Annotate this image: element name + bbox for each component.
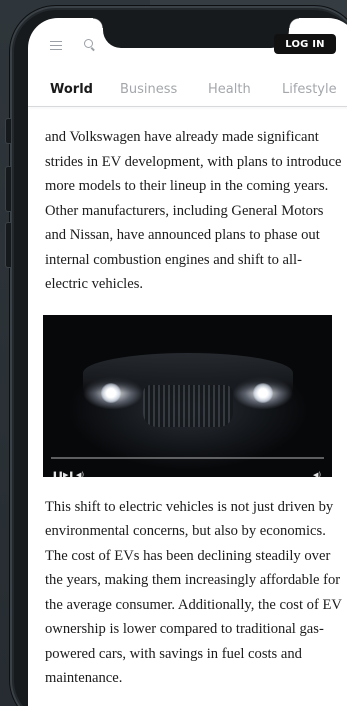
tab-world[interactable]: World xyxy=(50,82,93,97)
menu-icon[interactable] xyxy=(50,41,62,50)
video-progress-bar[interactable] xyxy=(51,456,324,459)
article-paragraph: This shift to electric vehicles is not j… xyxy=(45,498,342,687)
tab-business[interactable]: Business xyxy=(120,82,177,97)
login-button[interactable]: LOG IN xyxy=(274,34,336,54)
volume-up-button xyxy=(5,166,11,212)
category-tabs: World Business Health Lifestyle xyxy=(28,76,347,106)
tab-lifestyle[interactable]: Lifestyle xyxy=(282,82,337,97)
volume-icon[interactable]: ◀) xyxy=(76,463,84,477)
volume-icon[interactable]: ◀) xyxy=(313,463,321,477)
video-controls: ❚❚ ▶❚ ◀) ◀) xyxy=(43,461,332,477)
volume-down-button xyxy=(5,222,11,268)
video-player[interactable]: ❚❚ ▶❚ ◀) ◀) xyxy=(43,314,332,477)
article-paragraph: and Volkswagen have already made signifi… xyxy=(45,129,342,292)
mute-switch xyxy=(5,118,11,144)
video-thumbnail-headlight xyxy=(253,382,273,403)
pause-icon[interactable]: ❚❚ xyxy=(52,463,64,477)
article-body: and Volkswagen have already made signifi… xyxy=(43,108,343,691)
app-window: LOG IN World Business Health Lifestyle a… xyxy=(0,0,347,706)
phone-notch xyxy=(93,18,289,48)
search-icon[interactable] xyxy=(84,39,93,48)
video-thumbnail-headlight xyxy=(101,382,121,403)
top-navigation-bar: LOG IN xyxy=(28,18,347,70)
tab-health[interactable]: Health xyxy=(208,82,251,97)
video-thumbnail-grille xyxy=(143,384,233,427)
phone-screen: LOG IN World Business Health Lifestyle a… xyxy=(28,18,347,706)
skip-next-icon[interactable]: ▶❚ xyxy=(63,463,74,477)
tabs-divider xyxy=(28,106,347,107)
